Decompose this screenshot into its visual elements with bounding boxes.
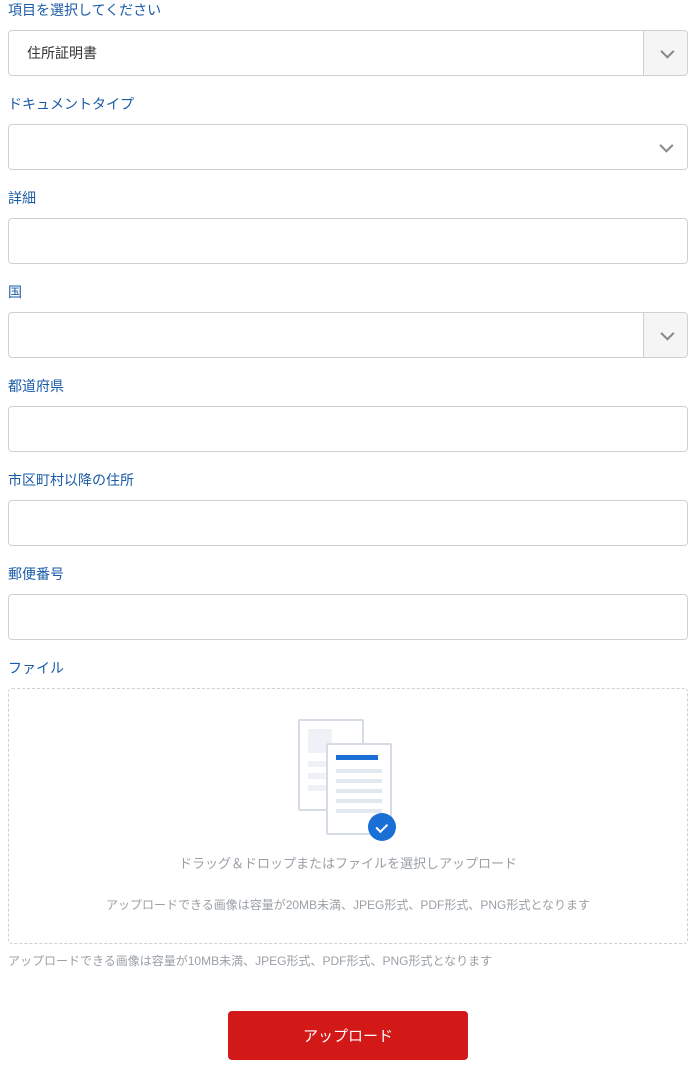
item-select-value: 住所証明書 xyxy=(9,31,643,75)
dropzone-text: ドラッグ＆ドロップまたはファイルを選択しアップロード xyxy=(29,853,667,872)
chevron-down-icon xyxy=(643,125,687,169)
address-label: 市区町村以降の住所 xyxy=(8,470,688,490)
country-label: 国 xyxy=(8,282,688,302)
postal-label: 郵便番号 xyxy=(8,564,688,584)
chevron-down-icon xyxy=(643,31,687,75)
doctype-select[interactable] xyxy=(8,124,688,170)
documents-icon xyxy=(298,719,398,829)
country-select[interactable] xyxy=(8,312,688,358)
detail-input[interactable] xyxy=(8,218,688,264)
chevron-down-icon xyxy=(643,313,687,357)
dropzone-hint: アップロードできる画像は容量が20MB未満、JPEG形式、PDF形式、PNG形式… xyxy=(29,896,667,913)
doctype-select-value xyxy=(9,125,643,169)
prefecture-label: 都道府県 xyxy=(8,376,688,396)
file-dropzone[interactable]: ドラッグ＆ドロップまたはファイルを選択しアップロード アップロードできる画像は容… xyxy=(8,688,688,944)
item-select[interactable]: 住所証明書 xyxy=(8,30,688,76)
footer-hint: アップロードできる画像は容量が10MB未満、JPEG形式、PDF形式、PNG形式… xyxy=(8,952,688,969)
check-circle-icon xyxy=(368,813,396,841)
postal-input[interactable] xyxy=(8,594,688,640)
doctype-label: ドキュメントタイプ xyxy=(8,94,688,114)
item-label: 項目を選択してください xyxy=(8,0,688,20)
country-select-value xyxy=(9,313,643,357)
prefecture-input[interactable] xyxy=(8,406,688,452)
address-input[interactable] xyxy=(8,500,688,546)
upload-button[interactable]: アップロード xyxy=(228,1011,468,1060)
file-label: ファイル xyxy=(8,658,688,678)
detail-label: 詳細 xyxy=(8,188,688,208)
